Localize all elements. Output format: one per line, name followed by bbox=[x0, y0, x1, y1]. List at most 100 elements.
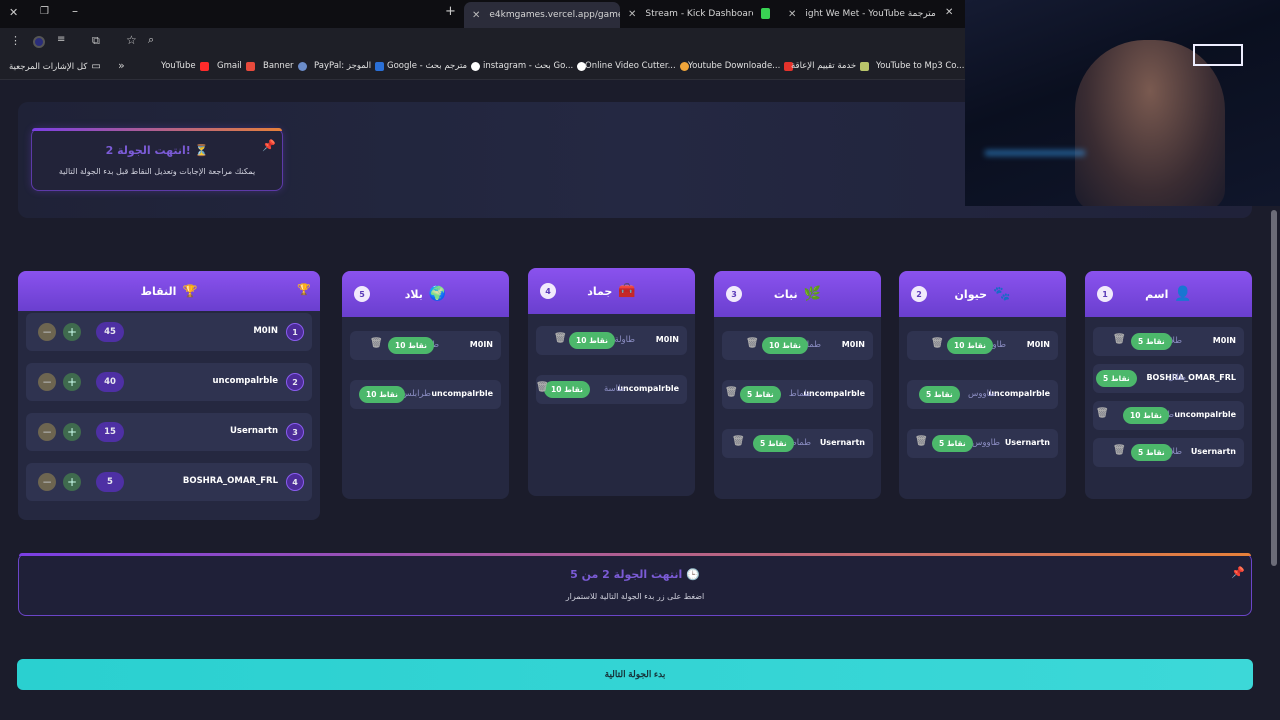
points-pill[interactable]: 5 نقاط bbox=[1131, 333, 1172, 350]
decrease-score-button[interactable]: − bbox=[38, 373, 56, 391]
points-pill[interactable]: 10 نقاط bbox=[544, 381, 590, 398]
start-next-round-button[interactable]: بدء الجولة التالية bbox=[17, 659, 1253, 690]
points-pill[interactable]: 5 نقاط bbox=[932, 435, 973, 452]
bookmark-gmail[interactable]: Gmail bbox=[217, 61, 255, 71]
player-name: Usernartn bbox=[1004, 438, 1050, 447]
increase-score-button[interactable]: + bbox=[63, 423, 81, 441]
bookmark-youtube-mp3[interactable]: YouTube to Mp3 Co... bbox=[876, 61, 978, 71]
player-name: M0IN bbox=[469, 340, 493, 349]
restore-window-icon[interactable]: ❐ bbox=[40, 6, 49, 17]
close-tab-icon[interactable]: ✕ bbox=[788, 9, 796, 20]
points-pill[interactable]: 10 نقاط bbox=[388, 337, 434, 354]
bookmark-youtube-downloader[interactable]: Youtube Downloade... bbox=[688, 61, 794, 71]
bookmark-youtube[interactable]: YouTube bbox=[161, 61, 209, 71]
webcam-overlay bbox=[965, 0, 1280, 206]
answer-entry: uncompalrbleطرزان10 نقاط🗑 bbox=[1093, 401, 1244, 430]
player-name: BOSHRA_OMAR_FRL bbox=[182, 476, 278, 486]
points-pill[interactable]: 5 نقاط bbox=[1131, 444, 1172, 461]
round-end-title: انتهت الجولة 2! ⏳ bbox=[105, 144, 209, 157]
category-column: بلاد🌍5M0INطوكيو10 نقاط🗑uncompalrbleطرابل… bbox=[342, 271, 509, 499]
decrease-score-button[interactable]: − bbox=[38, 323, 56, 341]
increase-score-button[interactable]: + bbox=[63, 373, 81, 391]
close-tab-icon[interactable]: ✕ bbox=[628, 9, 636, 20]
answer-entry: M0IN طاولة 10 نقاط 🗑 bbox=[536, 326, 687, 355]
category-number: 2 bbox=[911, 286, 927, 302]
player-name: M0IN bbox=[253, 326, 278, 336]
increase-score-button[interactable]: + bbox=[63, 323, 81, 341]
bookmark-all[interactable]: كل الإشارات المرجعية ▭ bbox=[9, 61, 101, 72]
tab-youtube[interactable]: ✕ ight We Met - YouTube مترجمة bbox=[788, 4, 936, 24]
more-bookmarks-button[interactable]: » bbox=[118, 59, 125, 72]
bookmark-label: PayPal: الموجز bbox=[314, 61, 372, 71]
delete-icon[interactable]: 🗑 bbox=[746, 338, 759, 349]
delete-icon[interactable]: 🗑 bbox=[554, 333, 567, 344]
profile-avatar[interactable] bbox=[33, 36, 45, 48]
media-control-icon[interactable]: ≡ bbox=[57, 34, 65, 45]
close-tab-icon[interactable]: ✕ bbox=[472, 10, 480, 21]
kick-icon bbox=[761, 8, 770, 19]
delete-icon[interactable]: 🗑 bbox=[536, 382, 549, 393]
delete-icon[interactable]: 🗑 bbox=[1113, 334, 1126, 345]
leaf-icon: 🌿 bbox=[803, 286, 822, 302]
bookmark-disability-service[interactable]: خدمة تقييم الإعاقة bbox=[791, 61, 870, 71]
close-window-icon[interactable]: ✕ bbox=[9, 6, 18, 19]
player-name: uncompalrble bbox=[431, 389, 493, 398]
category-title: نبات bbox=[773, 287, 798, 301]
points-pill[interactable]: 5 نقاط bbox=[1096, 370, 1137, 387]
points-pill[interactable]: 10 نقاط bbox=[1123, 407, 1169, 424]
gmail-icon bbox=[245, 61, 255, 71]
globe-icon: 🌍 bbox=[428, 286, 447, 302]
points-pill[interactable]: 10 نقاط bbox=[947, 337, 993, 354]
points-pill[interactable]: 10 نقاط bbox=[569, 332, 615, 349]
round-status-subtitle: اضغط على زر بدء الجولة التالية للاستمرار bbox=[565, 592, 705, 601]
points-row: 4 BOSHRA_OMAR_FRL 5 − + bbox=[26, 463, 312, 501]
points-pill[interactable]: 10 نقاط bbox=[762, 337, 808, 354]
bookmark-instagram[interactable]: instagram - بحث Go... bbox=[483, 61, 587, 71]
tab-title: Stream - Kick Dashboard bbox=[645, 9, 753, 19]
delete-icon[interactable]: 🗑 bbox=[370, 338, 383, 349]
answer-text: طاولة bbox=[614, 335, 635, 345]
bookmark-paypal[interactable]: PayPal: الموجز bbox=[314, 61, 385, 71]
player-score: 5 bbox=[96, 472, 124, 492]
answer-text: طماط bbox=[788, 389, 811, 399]
page-scrollbar[interactable] bbox=[1271, 210, 1277, 566]
points-panel: النقاط 🏆 🏆 1 M0IN 45− +2 uncompalrble 40− +3 Us… bbox=[18, 271, 320, 520]
menu-kebab-icon[interactable]: ⋮ bbox=[10, 34, 21, 47]
close-tab-icon[interactable]: ✕ bbox=[945, 7, 953, 18]
points-pill[interactable]: 5 نقاط bbox=[740, 386, 781, 403]
bookmark-google-translate[interactable]: Google - مترجم بحث bbox=[387, 61, 481, 71]
points-header: النقاط 🏆 bbox=[18, 271, 320, 311]
tab-kick[interactable]: ✕ Stream - Kick Dashboard bbox=[628, 4, 753, 24]
tab-games[interactable]: ✕ e4kmgames.vercel.app/games/ bbox=[464, 2, 620, 28]
search-icon[interactable]: ⌕ bbox=[148, 33, 154, 47]
player-name: Usernartn bbox=[819, 438, 865, 447]
new-tab-button[interactable]: + bbox=[445, 4, 456, 19]
category-number: 1 bbox=[1097, 286, 1113, 302]
bookmark-banner[interactable]: Banner bbox=[263, 61, 307, 71]
delete-icon[interactable]: 🗑 bbox=[732, 436, 745, 447]
delete-icon[interactable]: 🗑 bbox=[931, 338, 944, 349]
extensions-icon[interactable]: ⧉ bbox=[92, 34, 100, 48]
trophy-icon: 🏆 bbox=[297, 283, 311, 296]
delete-icon[interactable]: 🗑 bbox=[915, 436, 928, 447]
decrease-score-button[interactable]: − bbox=[38, 423, 56, 441]
increase-score-button[interactable]: + bbox=[63, 473, 81, 491]
bookmark-label: YouTube bbox=[161, 61, 196, 71]
delete-icon[interactable]: 🗑 bbox=[1113, 445, 1126, 456]
bookmark-star-icon[interactable]: ☆ bbox=[126, 33, 137, 47]
category-column: نبات 🌿 3 M0INطماطم10 نقاط🗑 uncompalrbleطماط 5… bbox=[714, 271, 881, 499]
delete-icon[interactable]: 🗑 bbox=[1096, 408, 1109, 419]
globe-icon bbox=[297, 61, 307, 71]
decrease-score-button[interactable]: − bbox=[38, 473, 56, 491]
category-title: بلاد bbox=[404, 287, 423, 301]
minimize-window-icon[interactable]: – bbox=[72, 4, 78, 18]
bookmark-label: Gmail bbox=[217, 61, 242, 71]
bookmark-label: YouTube to Mp3 Co... bbox=[876, 61, 965, 71]
points-pill[interactable]: 5 نقاط bbox=[753, 435, 794, 452]
desk-light bbox=[985, 150, 1085, 156]
delete-icon[interactable]: 🗑 bbox=[725, 387, 738, 398]
bookmark-video-cutter[interactable]: Online Video Cutter... bbox=[585, 61, 689, 71]
player-name: M0IN bbox=[1212, 336, 1236, 345]
points-pill[interactable]: 5 نقاط bbox=[919, 386, 960, 403]
points-pill[interactable]: 10 نقاط bbox=[359, 386, 405, 403]
